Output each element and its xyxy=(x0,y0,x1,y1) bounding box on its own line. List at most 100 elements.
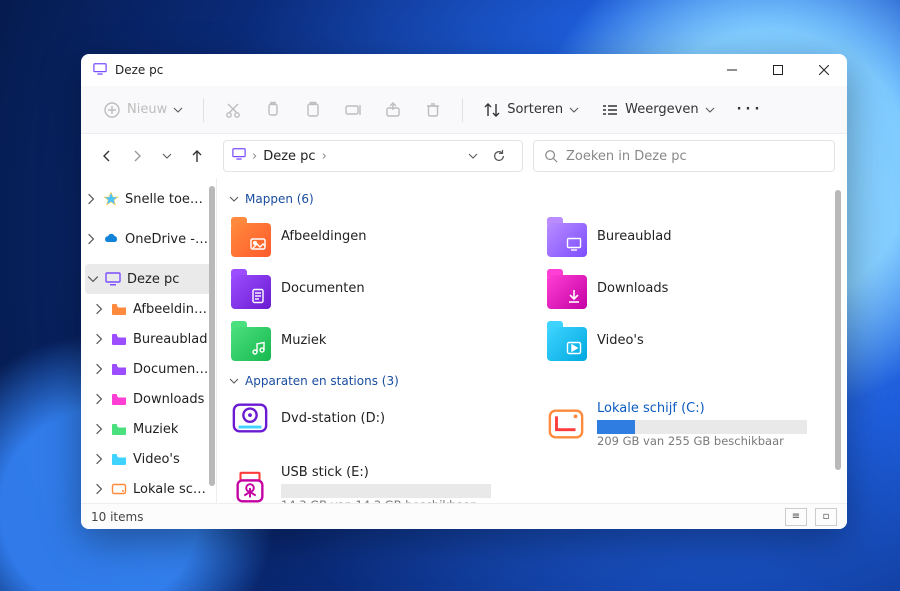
breadcrumb-location[interactable]: Deze pc xyxy=(263,149,315,164)
sidebar-item-label: Downloads xyxy=(133,392,204,407)
group-header-label: Apparaten en stations (3) xyxy=(245,374,399,388)
more-button[interactable]: ··· xyxy=(729,93,772,127)
status-item-count: 10 items xyxy=(91,510,143,524)
folder-item[interactable]: Muziek xyxy=(231,318,527,364)
folder-magenta-icon xyxy=(111,391,127,407)
new-button[interactable]: Nieuw xyxy=(95,93,191,127)
desktop-wallpaper: Deze pc Nieuw So xyxy=(0,0,900,591)
chevron-down-icon xyxy=(705,105,715,115)
minimize-button[interactable] xyxy=(709,54,755,86)
sidebar-item[interactable]: Downloads xyxy=(81,384,216,414)
group-header-label: Mappen (6) xyxy=(245,192,314,206)
chevron-down-icon xyxy=(229,194,239,204)
explorer-window: Deze pc Nieuw So xyxy=(81,54,847,529)
nav-back-button[interactable] xyxy=(93,142,121,170)
navigation-sidebar: Snelle toegang OneDrive - Perso Deze pc Afb… xyxy=(81,178,217,503)
sidebar-item[interactable]: Afbeeldingen xyxy=(81,294,216,324)
sidebar-scrollbar[interactable] xyxy=(209,186,215,486)
tiles-view-button[interactable]: ▫ xyxy=(815,508,837,526)
folder-icon xyxy=(547,217,587,257)
sidebar-item-label: Deze pc xyxy=(127,272,179,287)
sidebar-item[interactable]: Documenten xyxy=(81,354,216,384)
search-input[interactable]: Zoeken in Deze pc xyxy=(533,140,835,172)
sidebar-item[interactable]: Deze pc xyxy=(85,264,212,294)
sidebar-item[interactable]: Lokale schijf (C: xyxy=(81,474,216,503)
folder-purple-icon xyxy=(111,361,127,377)
details-view-button[interactable]: ≡ xyxy=(785,508,807,526)
folder-icon xyxy=(547,269,587,309)
folder-icon xyxy=(231,321,271,361)
close-button[interactable] xyxy=(801,54,847,86)
folder-icon xyxy=(547,321,587,361)
address-bar[interactable]: › Deze pc › xyxy=(223,140,523,172)
sort-button[interactable]: Sorteren xyxy=(475,93,587,127)
content-area: Mappen (6) Afbeeldingen Bureaublad Documen… xyxy=(217,178,847,503)
sort-button-label: Sorteren xyxy=(507,102,563,117)
drive-subtext: 209 GB van 255 GB beschikbaar xyxy=(597,434,807,449)
folder-orange-icon xyxy=(111,301,127,317)
sidebar-item-label: Muziek xyxy=(133,422,178,437)
folder-icon xyxy=(231,269,271,309)
folder-green-icon xyxy=(111,421,127,437)
sidebar-item-label: Bureaublad xyxy=(133,332,208,347)
titlebar: Deze pc xyxy=(81,54,847,86)
folder-cyan-icon xyxy=(111,451,127,467)
sidebar-item[interactable]: Muziek xyxy=(81,414,216,444)
folder-label: Bureaublad xyxy=(597,229,672,246)
sidebar-item-label: Snelle toegang xyxy=(125,192,210,207)
search-placeholder: Zoeken in Deze pc xyxy=(566,149,687,164)
sidebar-item-label: Afbeeldingen xyxy=(133,302,210,317)
folder-item[interactable]: Downloads xyxy=(547,266,843,312)
delete-button[interactable] xyxy=(416,93,450,127)
nav-history-button[interactable] xyxy=(153,142,181,170)
folder-item[interactable]: Bureaublad xyxy=(547,214,843,260)
view-button-label: Weergeven xyxy=(625,102,698,117)
window-title: Deze pc xyxy=(115,63,163,77)
folder-item[interactable]: Video's xyxy=(547,318,843,364)
folder-item[interactable]: Documenten xyxy=(231,266,527,312)
content-scrollbar[interactable] xyxy=(835,190,841,470)
chevron-down-icon xyxy=(229,376,239,386)
group-header-devices[interactable]: Apparaten en stations (3) xyxy=(229,374,843,388)
thispc-icon xyxy=(93,62,107,79)
folder-label: Downloads xyxy=(597,281,668,298)
sidebar-item[interactable]: Bureaublad xyxy=(81,324,216,354)
search-icon xyxy=(544,149,558,163)
drive-item[interactable]: USB stick (E:)14,3 GB van 14,3 GB beschi… xyxy=(231,460,527,503)
usb-icon xyxy=(231,469,271,503)
nav-forward-button[interactable] xyxy=(123,142,151,170)
folder-item[interactable]: Afbeeldingen xyxy=(231,214,527,260)
disk-icon xyxy=(547,405,587,445)
drive-item[interactable]: Dvd-station (D:) xyxy=(231,396,527,442)
sidebar-item-label: Video's xyxy=(133,452,180,467)
share-button[interactable] xyxy=(376,93,410,127)
folder-label: Documenten xyxy=(281,281,365,298)
cut-button[interactable] xyxy=(216,93,250,127)
sidebar-item-label: Documenten xyxy=(133,362,210,377)
nav-row: › Deze pc › Zoeken in Deze pc xyxy=(81,134,847,178)
breadcrumb-sep: › xyxy=(322,149,327,164)
folder-label: Afbeeldingen xyxy=(281,229,366,246)
drive-title: Lokale schijf (C:) xyxy=(597,401,807,418)
disk-icon xyxy=(111,481,127,497)
onedrive-icon xyxy=(103,231,119,247)
chevron-down-icon[interactable] xyxy=(468,151,478,161)
sidebar-item[interactable]: Snelle toegang xyxy=(81,184,216,214)
chevron-down-icon xyxy=(569,105,579,115)
maximize-button[interactable] xyxy=(755,54,801,86)
more-icon: ··· xyxy=(737,102,764,117)
copy-button[interactable] xyxy=(256,93,290,127)
sidebar-item[interactable]: OneDrive - Perso xyxy=(81,224,216,254)
new-button-label: Nieuw xyxy=(127,102,167,117)
refresh-button[interactable] xyxy=(484,149,514,163)
paste-button[interactable] xyxy=(296,93,330,127)
command-toolbar: Nieuw Sorteren Weergeven ··· xyxy=(81,86,847,134)
drive-item[interactable]: Lokale schijf (C:) 209 GB van 255 GB besc… xyxy=(547,396,843,454)
nav-up-button[interactable] xyxy=(183,142,211,170)
rename-button[interactable] xyxy=(336,93,370,127)
folder-icon xyxy=(231,217,271,257)
view-button[interactable]: Weergeven xyxy=(593,93,722,127)
group-header-folders[interactable]: Mappen (6) xyxy=(229,192,843,206)
sidebar-item[interactable]: Video's xyxy=(81,444,216,474)
folder-label: Muziek xyxy=(281,333,326,350)
